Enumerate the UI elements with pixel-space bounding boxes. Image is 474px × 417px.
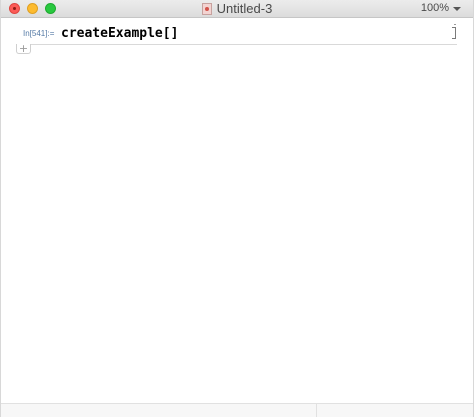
- horizontal-scrollbar[interactable]: [1, 403, 473, 417]
- window-title-area: Untitled-3: [1, 1, 473, 16]
- notebook-document-icon: [201, 3, 212, 15]
- notebook-window: Untitled-3 100% In[541]:= createExample[…: [0, 0, 474, 417]
- window-title: Untitled-3: [216, 1, 273, 16]
- cell-input-label: In[541]:=: [23, 29, 55, 38]
- title-bar[interactable]: Untitled-3 100%: [1, 0, 473, 18]
- scrollbar-divider: [316, 404, 317, 417]
- cell-bracket-marker: [454, 24, 456, 26]
- input-cell[interactable]: In[541]:= createExample[]: [1, 24, 473, 44]
- zoom-level[interactable]: 100%: [421, 2, 449, 15]
- plus-icon: +: [18, 42, 29, 55]
- add-cell-button[interactable]: +: [16, 42, 31, 55]
- chevron-down-icon[interactable]: [453, 7, 461, 11]
- cell-input-code[interactable]: createExample[]: [61, 26, 178, 41]
- cell-bracket[interactable]: [452, 27, 456, 39]
- cell-insertion-line[interactable]: [17, 44, 457, 45]
